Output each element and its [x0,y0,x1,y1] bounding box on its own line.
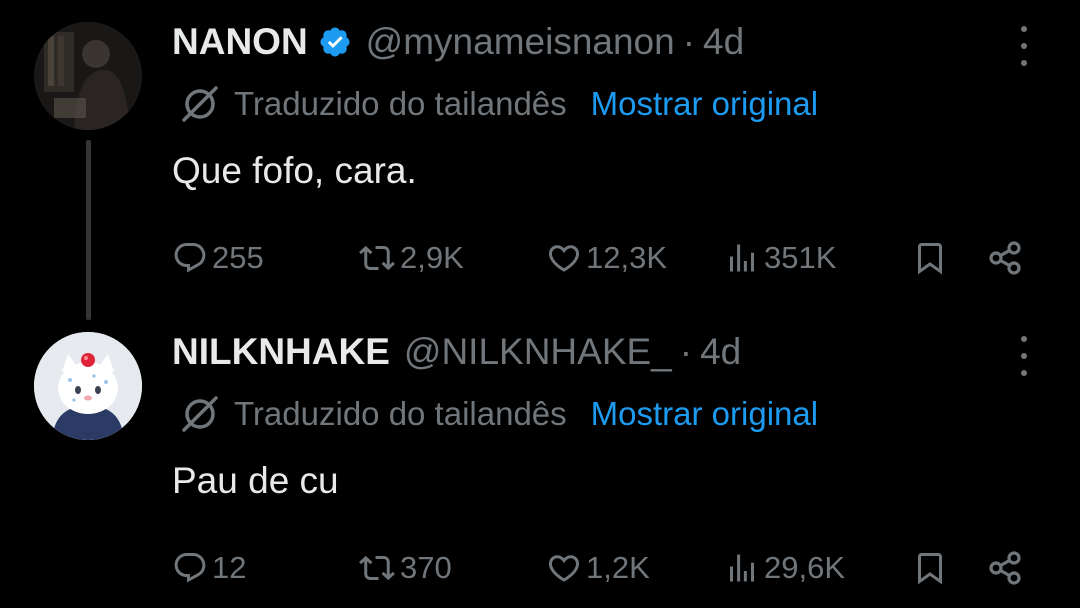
bookmark-button[interactable] [912,544,948,592]
bookmark-icon [918,243,942,275]
tweet-header: NILKNHAKE @NILKNHAKE_ · 4d [172,330,741,374]
retweet-icon [359,245,395,271]
reply-icon [174,243,206,273]
retweet-count: 2,9K [400,240,464,275]
handle[interactable]: @NILKNHAKE_ [404,331,672,373]
show-original-link[interactable]: Mostrar original [591,395,818,433]
translated-from-label: Traduzido do tailandês [234,395,567,432]
show-original-link[interactable]: Mostrar original [591,85,818,123]
more-icon[interactable] [1016,26,1032,66]
action-bar: 255 2,9K 12,3K 351K [172,234,1042,282]
reply-button[interactable]: 255 [172,234,264,282]
like-count: 12,3K [586,240,668,275]
like-button[interactable]: 12,3K [546,234,667,282]
bookmark-icon [918,553,942,585]
display-name[interactable]: NILKNHAKE [172,331,390,373]
views-icon [730,554,754,582]
timestamp[interactable]: 4d [700,331,741,373]
reply-count: 255 [212,240,264,275]
retweet-button[interactable]: 370 [358,544,452,592]
translation-row: Traduzido do tailandês Mostrar original [178,84,818,124]
translation-row: Traduzido do tailandês Mostrar original [178,394,818,434]
avatar[interactable] [34,22,142,130]
tweet-header: NANON @mynameisnanon · 4d [172,20,744,64]
like-count: 1,2K [586,550,650,585]
separator-dot: · [682,21,696,62]
thread-connector-line [86,140,91,320]
views-button[interactable]: 351K [724,234,836,282]
separator-dot: · [679,331,693,372]
share-button[interactable] [986,234,1026,282]
retweet-count: 370 [400,550,452,585]
views-count: 351K [764,240,837,275]
tweet-text: Que fofo, cara. [172,150,417,191]
retweet-icon [359,555,395,581]
more-icon[interactable] [1016,336,1032,376]
verified-badge-icon [320,27,350,57]
views-count: 29,6K [764,550,846,585]
share-icon [989,241,1021,275]
retweet-button[interactable]: 2,9K [358,234,464,282]
views-button[interactable]: 29,6K [724,544,845,592]
reply-icon [174,553,206,583]
views-icon [730,244,754,272]
handle[interactable]: @mynameisnanon [366,21,675,63]
tweet-text: Pau de cu [172,460,339,501]
like-icon [548,555,580,582]
reply-button[interactable]: 12 [172,544,246,592]
avatar[interactable] [34,332,142,440]
timestamp[interactable]: 4d [703,21,744,63]
action-bar: 12 370 1,2K 29,6K [172,544,1042,592]
globe-translate-icon [182,396,218,432]
share-button[interactable] [986,544,1026,592]
reply-count: 12 [212,550,247,585]
share-icon [989,551,1021,585]
like-button[interactable]: 1,2K [546,544,650,592]
display-name[interactable]: NANON [172,21,308,63]
globe-translate-icon [182,86,218,122]
bookmark-button[interactable] [912,234,948,282]
translated-from-label: Traduzido do tailandês [234,85,567,122]
like-icon [548,245,580,272]
